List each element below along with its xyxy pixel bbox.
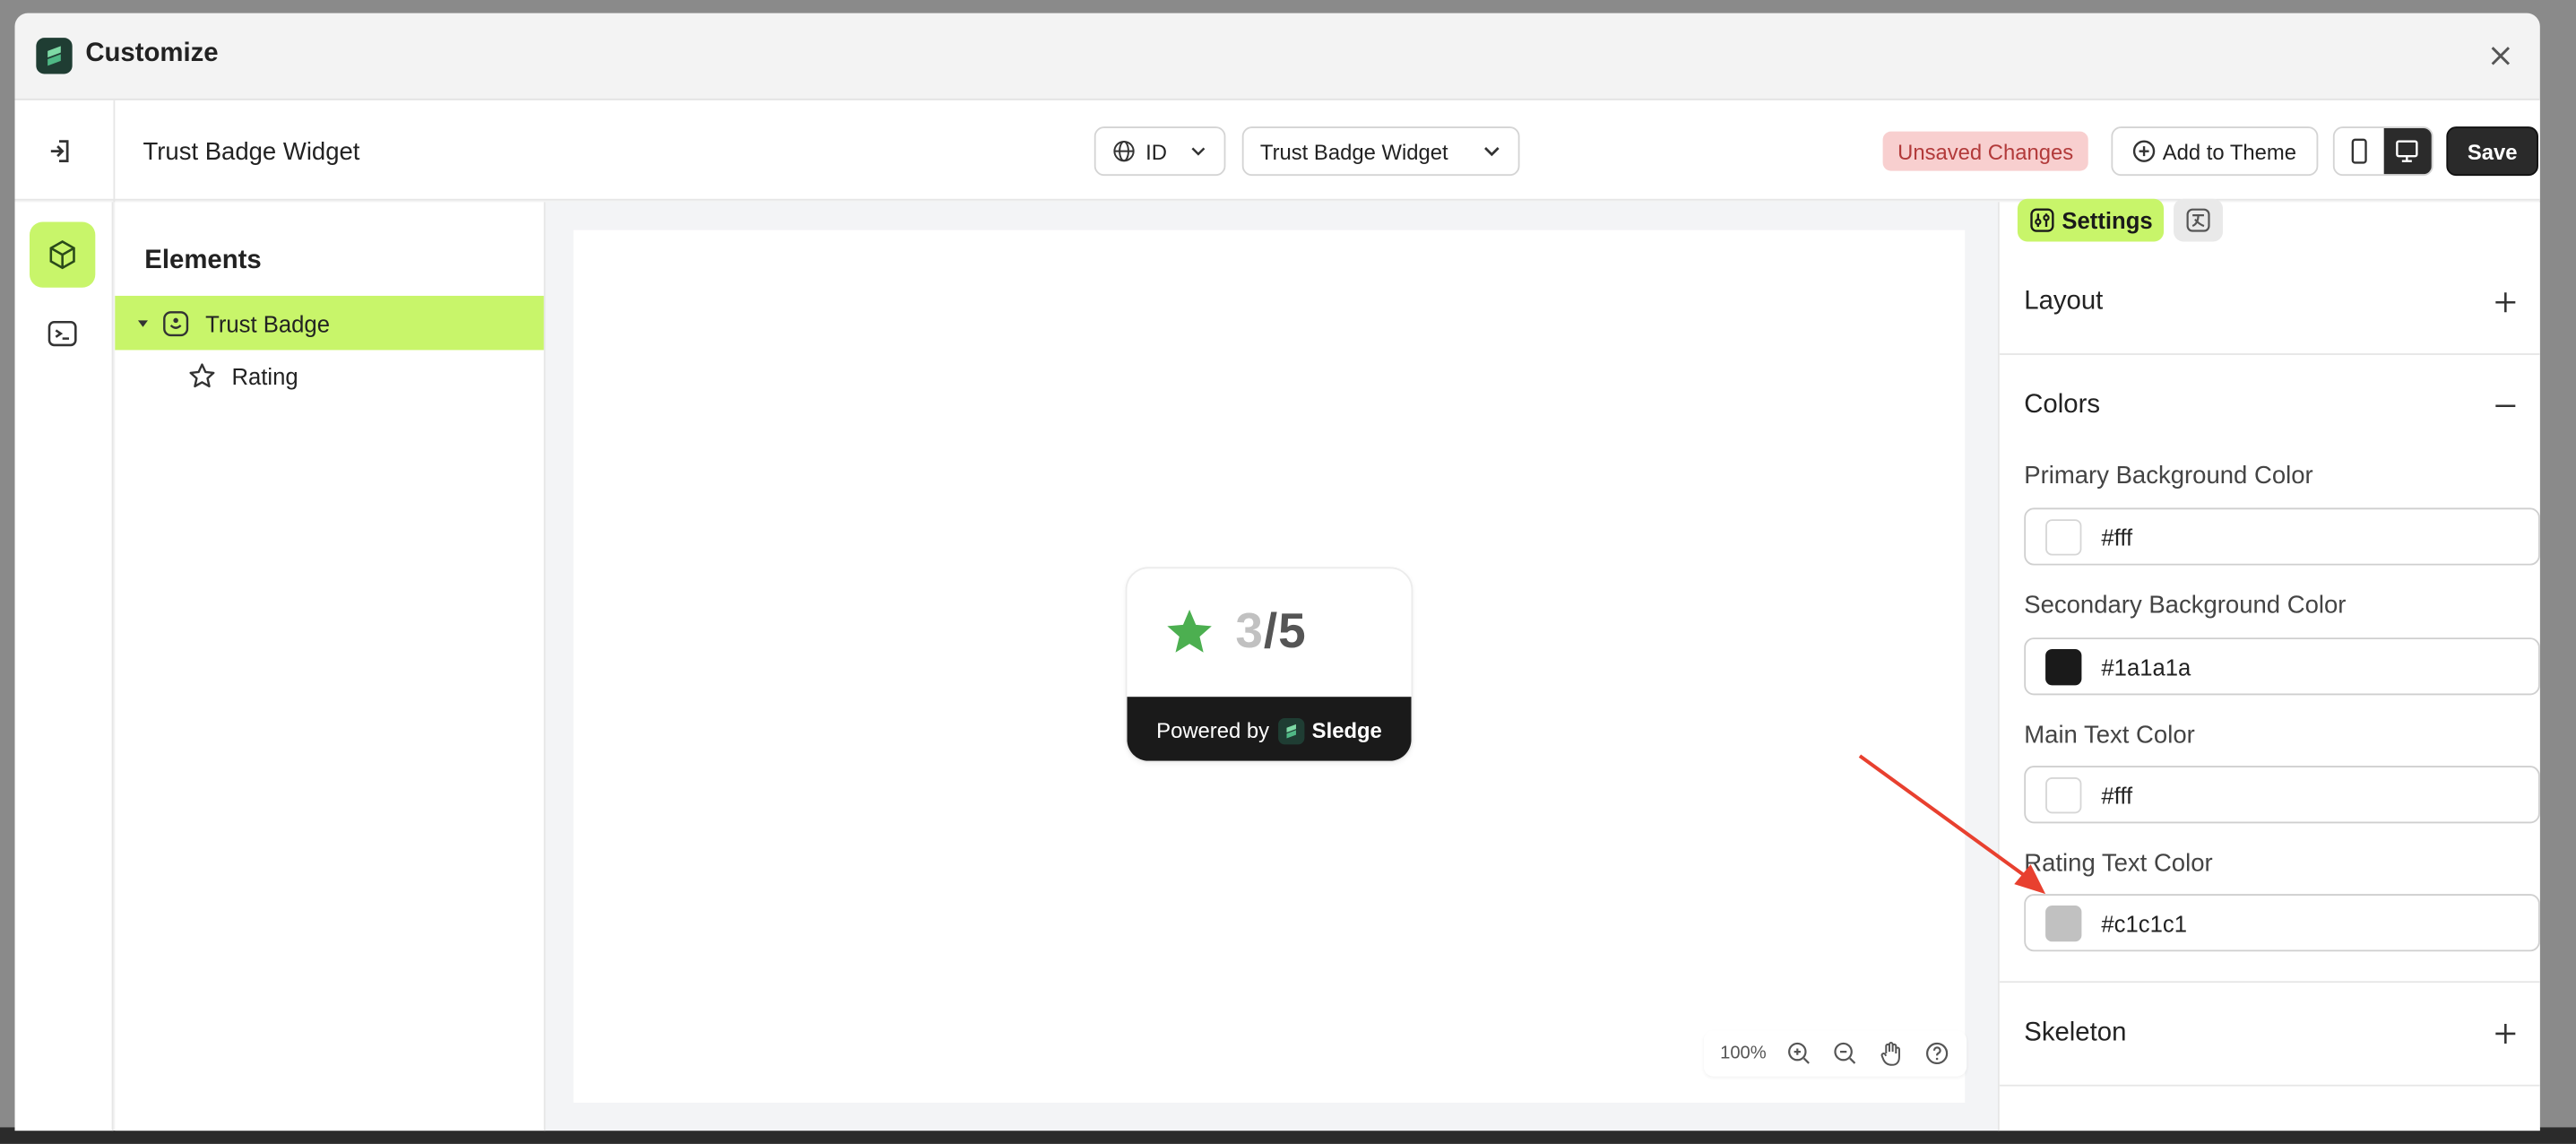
elements-cube-icon[interactable] [29, 221, 96, 288]
powered-by-bar: Powered by Sledge [1127, 697, 1412, 761]
secondary-bg-color-input[interactable]: #1a1a1a [2024, 637, 2540, 696]
caret-down-icon[interactable] [134, 315, 151, 331]
section-colors[interactable]: Colors [2000, 355, 2540, 457]
plus-icon[interactable] [2494, 1022, 2517, 1045]
chevron-down-icon [1484, 146, 1500, 157]
section-layout[interactable]: Layout [2000, 251, 2540, 353]
section-layout-title: Layout [2024, 287, 2104, 316]
translate-icon [2186, 208, 2210, 232]
plus-icon[interactable] [2494, 290, 2517, 314]
primary-bg-color-input[interactable]: #fff [2024, 507, 2540, 566]
zoom-in-icon[interactable] [1786, 1040, 1812, 1066]
preview-canvas: 3/5 Powered by Sledge 100% [573, 230, 1967, 1103]
app-logo-icon [36, 38, 73, 74]
help-icon[interactable] [1923, 1040, 1949, 1066]
section-skeleton[interactable]: Skeleton [2000, 983, 2540, 1085]
plus-circle-icon [2133, 140, 2156, 162]
mobile-view-icon[interactable] [2335, 128, 2383, 174]
close-icon[interactable] [2481, 36, 2520, 75]
widget-select[interactable]: Trust Badge Widget [1241, 126, 1520, 177]
add-to-theme-button[interactable]: Add to Theme [2111, 126, 2319, 177]
zoom-toolbar: 100% [1703, 1030, 1967, 1077]
zoom-level: 100% [1720, 1043, 1767, 1063]
field-label-secondary-bg: Secondary Background Color [2024, 591, 2347, 620]
device-toggle [2332, 126, 2433, 177]
tab-settings-label: Settings [2062, 206, 2153, 234]
color-value: #fff [2101, 781, 2133, 808]
powered-by-text: Powered by [1156, 718, 1270, 743]
save-button[interactable]: Save [2446, 126, 2538, 177]
badge-icon [163, 310, 189, 336]
zoom-out-icon[interactable] [1832, 1040, 1858, 1066]
page-title: Trust Badge Widget [143, 137, 360, 167]
elements-title: Elements [144, 246, 262, 275]
rating-value: 3 [1235, 604, 1264, 660]
window-titlebar: Customize [14, 13, 2539, 99]
chevron-down-icon [1192, 147, 1206, 156]
field-label-rating-text: Rating Text Color [2024, 849, 2213, 878]
color-value: #c1c1c1 [2101, 909, 2188, 936]
window-title: Customize [85, 39, 219, 68]
section-divider [1999, 1084, 2540, 1087]
badge-rating-row: 3/5 [1127, 568, 1411, 697]
rating-max: /5 [1263, 604, 1307, 660]
star-outline-icon [189, 362, 215, 387]
settings-sliders-icon [2030, 208, 2054, 232]
brand-name: Sledge [1311, 718, 1382, 743]
tab-settings[interactable]: Settings [2017, 198, 2165, 242]
color-swatch[interactable] [2045, 518, 2082, 555]
exit-icon[interactable] [41, 132, 81, 171]
star-filled-icon [1167, 610, 1212, 653]
unsaved-changes-badge: Unsaved Changes [1882, 131, 2088, 171]
rating-text-color-input[interactable]: #c1c1c1 [2024, 894, 2540, 952]
rating-text: 3/5 [1235, 605, 1306, 661]
customize-window: Customize Trust Badge Widget ID Trust Ba… [14, 13, 2540, 1131]
code-terminal-icon[interactable] [30, 300, 95, 366]
side-rail [14, 202, 114, 1131]
tree-item-trust-badge[interactable]: Trust Badge [115, 295, 544, 351]
field-label-main-text: Main Text Color [2024, 721, 2195, 750]
tree-item-label: Rating [231, 362, 298, 389]
widget-select-value: Trust Badge Widget [1259, 138, 1448, 164]
toolbar-divider [113, 100, 116, 203]
elements-panel: Elements Trust Badge Rating [115, 202, 546, 1131]
canvas-area: 3/5 Powered by Sledge 100% [545, 202, 1998, 1131]
settings-panel: Settings Layout Colors Primary Backgroun… [1997, 198, 2540, 1131]
tab-translate[interactable] [2174, 198, 2224, 242]
minus-icon[interactable] [2494, 394, 2517, 418]
globe-icon [1113, 141, 1135, 162]
color-swatch[interactable] [2045, 648, 2082, 685]
trust-badge-preview[interactable]: 3/5 Powered by Sledge [1125, 567, 1413, 763]
tree-item-rating[interactable]: Rating [115, 349, 543, 403]
sledge-logo-icon [1277, 717, 1304, 744]
language-value: ID [1145, 138, 1167, 164]
language-select[interactable]: ID [1094, 126, 1226, 177]
add-to-theme-label: Add to Theme [2162, 138, 2296, 164]
field-label-primary-bg: Primary Background Color [2024, 462, 2313, 490]
section-colors-title: Colors [2024, 391, 2101, 420]
desktop-view-icon[interactable] [2382, 127, 2432, 175]
main-text-color-input[interactable]: #fff [2024, 766, 2540, 824]
color-value: #fff [2101, 523, 2133, 550]
tree-item-label: Trust Badge [205, 309, 330, 336]
color-value: #1a1a1a [2101, 653, 2191, 680]
section-skeleton-title: Skeleton [2024, 1018, 2127, 1047]
color-swatch[interactable] [2045, 905, 2082, 941]
color-swatch[interactable] [2045, 776, 2082, 813]
settings-tabs: Settings [2017, 198, 2224, 242]
hand-pan-icon[interactable] [1878, 1040, 1904, 1066]
editor-toolbar: Trust Badge Widget ID Trust Badge Widget… [14, 98, 2540, 203]
